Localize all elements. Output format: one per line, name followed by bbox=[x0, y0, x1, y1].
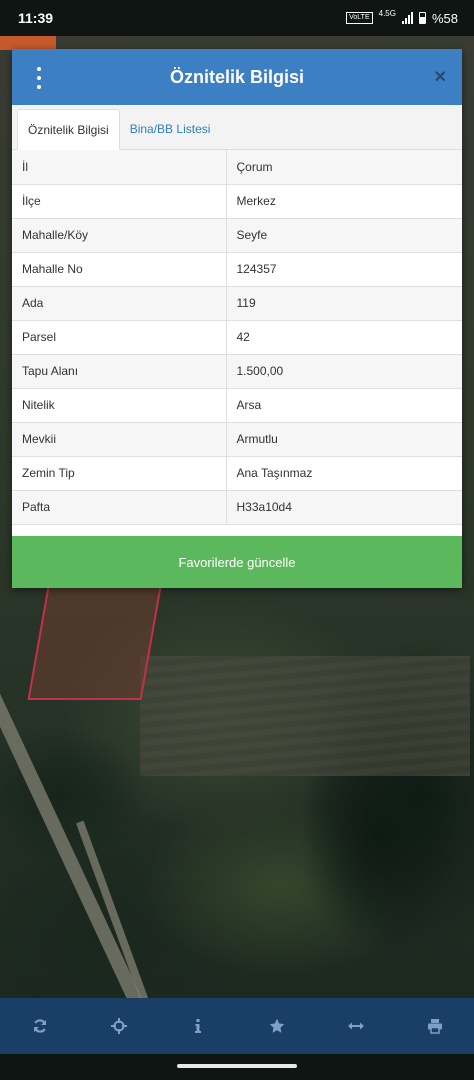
star-icon bbox=[269, 1018, 284, 1033]
attribute-dialog: Öznitelik Bilgisi × Öznitelik Bilgisi Bi… bbox=[12, 49, 462, 588]
attribute-key: Tapu Alanı bbox=[12, 354, 227, 389]
tab-attributes[interactable]: Öznitelik Bilgisi bbox=[17, 109, 120, 150]
refresh-icon bbox=[33, 1019, 46, 1033]
locate-button[interactable] bbox=[99, 1006, 139, 1046]
attribute-value: 119 bbox=[226, 286, 462, 321]
status-icons: VoLTE 4.5G %58 bbox=[346, 8, 458, 26]
home-gesture-handle[interactable] bbox=[177, 1064, 297, 1068]
battery-icon bbox=[418, 12, 426, 24]
update-favorites-button[interactable]: Favorilerde güncelle bbox=[12, 536, 462, 588]
tab-bar: Öznitelik Bilgisi Bina/BB Listesi bbox=[12, 105, 462, 150]
attribute-key: Mevkii bbox=[12, 422, 227, 457]
attribute-value: Merkez bbox=[226, 184, 462, 219]
status-bar: 11:39 VoLTE 4.5G %58 bbox=[0, 0, 474, 36]
attribute-row: Nitelik Arsa bbox=[12, 388, 462, 423]
bottom-toolbar bbox=[0, 998, 474, 1054]
map-feature bbox=[0, 36, 56, 50]
attribute-key: İlçe bbox=[12, 184, 227, 219]
attribute-value: 42 bbox=[226, 320, 462, 355]
attribute-key: Mahalle/Köy bbox=[12, 218, 227, 253]
attribute-row: Tapu Alanı 1.500,00 bbox=[12, 354, 462, 389]
attribute-row: Parsel 42 bbox=[12, 320, 462, 355]
attribute-row: Zemin Tip Ana Taşınmaz bbox=[12, 456, 462, 491]
attribute-row: İlçe Merkez bbox=[12, 184, 462, 219]
network-type: 4.5G bbox=[378, 8, 396, 18]
info-button[interactable] bbox=[178, 1006, 218, 1046]
dialog-title: Öznitelik Bilgisi bbox=[169, 66, 305, 87]
measure-button[interactable] bbox=[336, 1006, 376, 1046]
attribute-key: Parsel bbox=[12, 320, 227, 355]
attribute-value: Ana Taşınmaz bbox=[226, 456, 462, 491]
info-icon bbox=[194, 1019, 201, 1033]
attribute-key: İl bbox=[12, 150, 227, 185]
attribute-value: Arsa bbox=[226, 388, 462, 423]
attribute-row: Mevkii Armutlu bbox=[12, 422, 462, 457]
attribute-table: İl Çorum İlçe Merkez Mahalle/Köy Seyfe Mahalle… bbox=[12, 150, 462, 525]
volte-icon: VoLTE bbox=[346, 12, 373, 24]
attribute-key: Pafta bbox=[12, 490, 227, 525]
print-button[interactable] bbox=[415, 1006, 455, 1046]
favorite-button[interactable] bbox=[257, 1006, 297, 1046]
close-icon[interactable]: × bbox=[434, 66, 446, 89]
attribute-value: Çorum bbox=[226, 150, 462, 185]
attribute-key: Nitelik bbox=[12, 388, 227, 423]
measure-icon bbox=[347, 1022, 364, 1030]
refresh-button[interactable] bbox=[20, 1006, 60, 1046]
signal-icon bbox=[401, 12, 413, 24]
attribute-key: Mahalle No bbox=[12, 252, 227, 287]
attribute-value: 124357 bbox=[226, 252, 462, 287]
attribute-row: İl Çorum bbox=[12, 150, 462, 185]
more-vertical-icon[interactable] bbox=[32, 67, 46, 89]
dialog-header: Öznitelik Bilgisi × bbox=[12, 49, 462, 105]
tab-building-list[interactable]: Bina/BB Listesi bbox=[120, 109, 221, 149]
attribute-row: Pafta H33a10d4 bbox=[12, 490, 462, 525]
attribute-value: 1.500,00 bbox=[226, 354, 462, 389]
attribute-value: Armutlu bbox=[226, 422, 462, 457]
status-time: 11:39 bbox=[18, 10, 54, 26]
map-field bbox=[140, 656, 470, 776]
battery-level: %58 bbox=[431, 10, 458, 26]
locate-icon bbox=[110, 1018, 127, 1034]
attribute-row: Ada 119 bbox=[12, 286, 462, 321]
attribute-value: H33a10d4 bbox=[226, 490, 462, 525]
attribute-value: Seyfe bbox=[226, 218, 462, 253]
print-icon bbox=[427, 1019, 442, 1034]
attribute-key: Ada bbox=[12, 286, 227, 321]
attribute-row: Mahalle/Köy Seyfe bbox=[12, 218, 462, 253]
selected-parcel[interactable] bbox=[27, 581, 163, 700]
system-nav-bar bbox=[0, 1054, 474, 1080]
attribute-row: Mahalle No 124357 bbox=[12, 252, 462, 287]
attribute-key: Zemin Tip bbox=[12, 456, 227, 491]
